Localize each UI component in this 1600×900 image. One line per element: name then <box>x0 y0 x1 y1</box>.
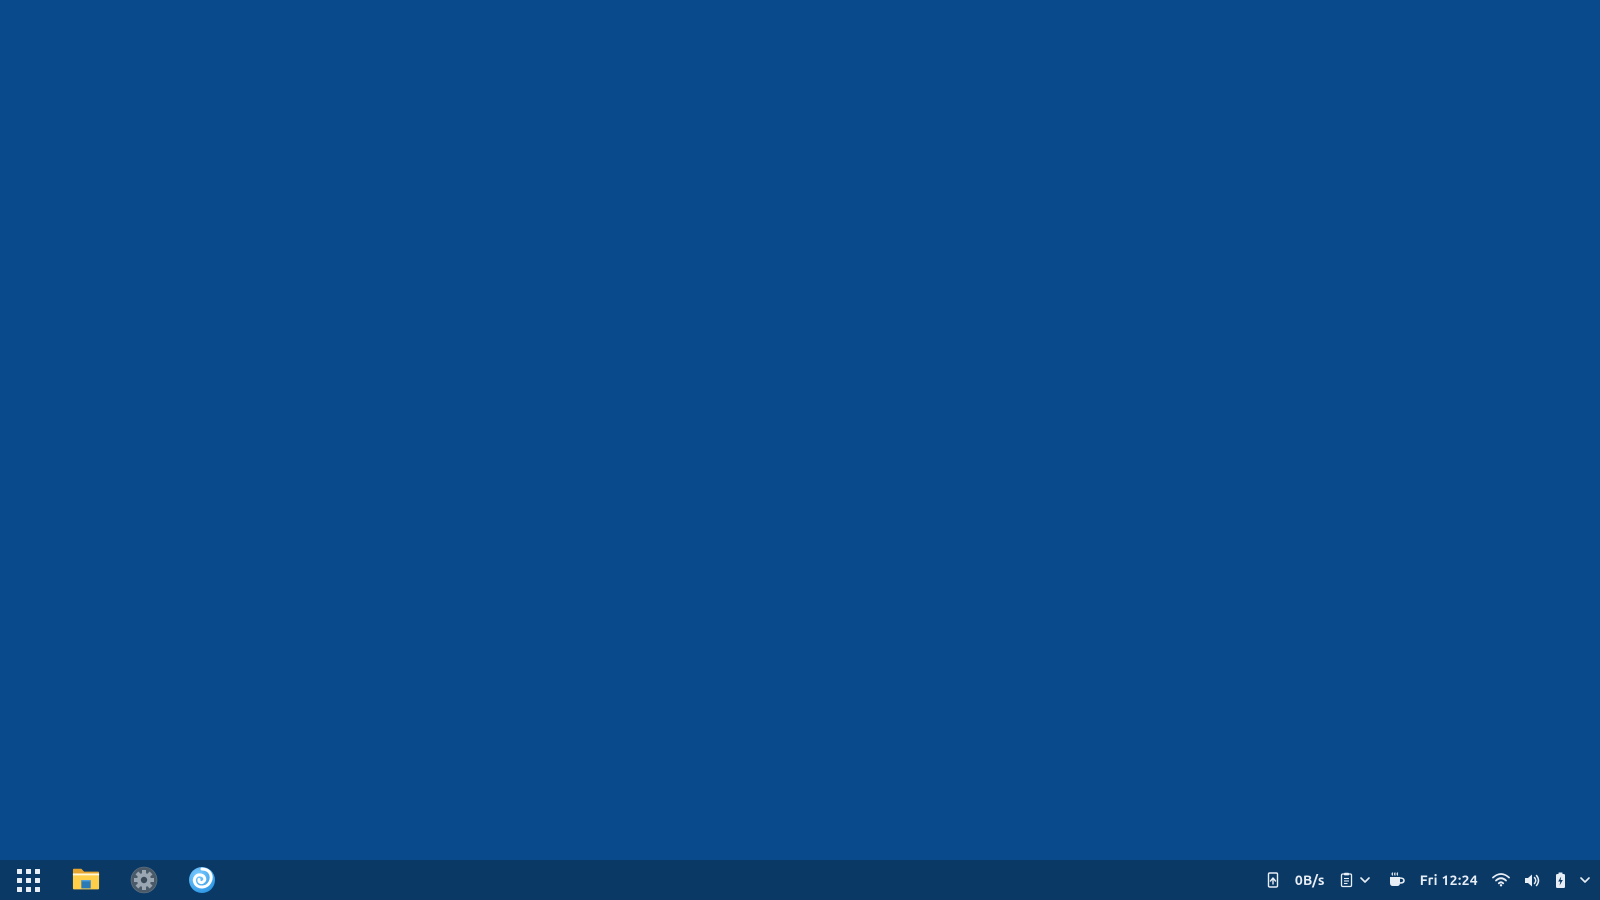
caffeine-button[interactable] <box>1388 860 1406 900</box>
browser-button[interactable] <box>188 866 216 894</box>
chevron-down-icon <box>1360 876 1370 884</box>
settings-button[interactable] <box>130 866 158 894</box>
apps-launcher-button[interactable] <box>14 866 42 894</box>
battery-charging-icon <box>1555 872 1566 889</box>
taskbar-tray: 0B/s <box>1265 860 1600 900</box>
clipboard-button[interactable] <box>1339 872 1354 888</box>
wifi-icon <box>1492 873 1510 887</box>
phone-sync-icon <box>1265 872 1281 888</box>
taskbar: 0B/s <box>0 860 1600 900</box>
taskbar-left-group <box>0 860 216 900</box>
desktop-background[interactable] <box>0 0 1600 860</box>
volume-button[interactable] <box>1524 860 1541 900</box>
network-speed-indicator[interactable]: 0B/s <box>1295 860 1325 900</box>
apps-grid-icon <box>17 869 40 892</box>
tray-expand-button[interactable] <box>1580 860 1590 900</box>
battery-button[interactable] <box>1555 860 1566 900</box>
device-sync-button[interactable] <box>1265 860 1281 900</box>
clipboard-icon <box>1339 872 1354 888</box>
clock-button[interactable]: Fri 12:24 <box>1420 860 1478 900</box>
file-manager-button[interactable] <box>72 866 100 894</box>
folder-icon <box>72 867 100 893</box>
volume-icon <box>1524 873 1541 888</box>
chevron-down-icon <box>1580 876 1590 884</box>
clipboard-tray-group <box>1339 872 1370 888</box>
coffee-cup-icon <box>1388 872 1406 888</box>
browser-swirl-icon <box>188 866 216 894</box>
wifi-button[interactable] <box>1492 860 1510 900</box>
gear-icon <box>130 866 158 894</box>
clipboard-dropdown-button[interactable] <box>1360 876 1370 884</box>
